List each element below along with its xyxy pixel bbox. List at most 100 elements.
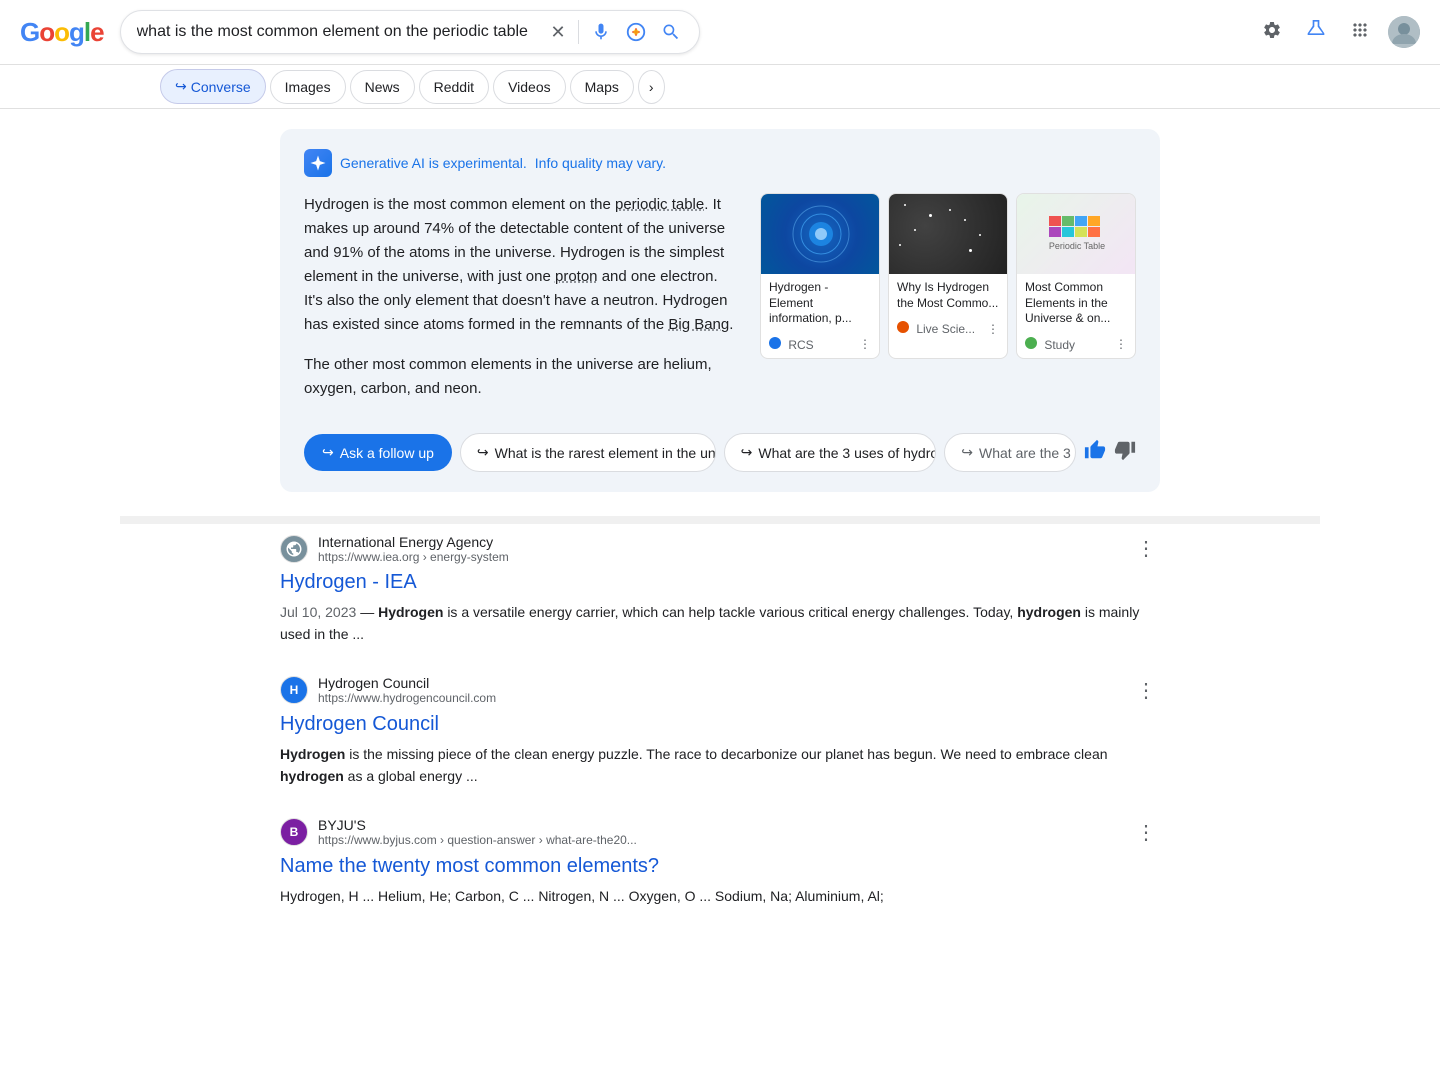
- hydrogen-image-thumb: [761, 194, 880, 274]
- proton-link[interactable]: proton: [555, 268, 598, 285]
- thumbup-button[interactable]: [1084, 439, 1106, 467]
- big-bang-link[interactable]: Big Bang: [668, 316, 729, 333]
- result-snippet-iea: Jul 10, 2023 — Hydrogen is a versatile e…: [280, 601, 1160, 646]
- avatar[interactable]: [1388, 16, 1420, 48]
- logo-letter-g2: g: [69, 17, 84, 47]
- favicon-letter-byjus: B: [290, 825, 299, 839]
- source-url-byjus: https://www.byjus.com › question-answer …: [318, 833, 1122, 847]
- result-source-byjus: B BYJU'S https://www.byjus.com › questio…: [280, 816, 1160, 849]
- tab-videos-label: Videos: [508, 79, 551, 95]
- source-name-hcouncil: Hydrogen Council: [318, 675, 1122, 691]
- suggestion-3more-label: What are the 3 m: [979, 445, 1076, 461]
- image-card-livesci[interactable]: Why Is Hydrogen the Most Commo... Live S…: [888, 193, 1008, 359]
- more-tabs-button[interactable]: ›: [638, 70, 665, 104]
- header-right: [1256, 14, 1420, 51]
- ai-images: Hydrogen - Element information, p... RCS…: [760, 193, 1136, 417]
- tab-images-label: Images: [285, 79, 331, 95]
- logo-letter-o2: o: [54, 17, 69, 47]
- image-card-study[interactable]: Periodic Table Most Common Elements in t…: [1016, 193, 1136, 359]
- labs-button[interactable]: [1300, 14, 1332, 51]
- suggestion-rarest-icon: ↪: [477, 444, 489, 461]
- ai-paragraph-1: Hydrogen is the most common element on t…: [304, 193, 736, 337]
- result-title-iea[interactable]: Hydrogen - IEA: [280, 569, 1160, 595]
- periodic-table-link[interactable]: periodic table: [615, 196, 704, 213]
- source-info-iea: International Energy Agency https://www.…: [318, 534, 1122, 564]
- suggestion-rarest[interactable]: ↪ What is the rarest element in the univ…: [460, 433, 716, 472]
- tab-videos[interactable]: Videos: [493, 70, 566, 104]
- search-bar: ✕: [120, 10, 700, 54]
- converse-icon: ↪: [175, 78, 187, 95]
- result-menu-iea[interactable]: ⋮: [1132, 532, 1160, 565]
- result-snippet-hcouncil: Hydrogen is the missing piece of the cle…: [280, 743, 1160, 788]
- result-title-byjus[interactable]: Name the twenty most common elements?: [280, 853, 1160, 879]
- image-source-rcs: RCS ⋮: [761, 333, 879, 358]
- image-source-livesci: Live Scie... ⋮: [889, 317, 1007, 342]
- result-item-byjus: B BYJU'S https://www.byjus.com › questio…: [280, 816, 1160, 907]
- result-menu-hcouncil[interactable]: ⋮: [1132, 674, 1160, 707]
- result-menu-byjus[interactable]: ⋮: [1132, 816, 1160, 849]
- image-caption-study: Most Common Elements in the Universe & o…: [1017, 274, 1135, 333]
- followup-primary-label: Ask a follow up: [340, 445, 434, 461]
- logo-letter-e: e: [90, 17, 103, 47]
- source-name-rcs: RCS: [788, 338, 813, 352]
- apps-button[interactable]: [1344, 14, 1376, 51]
- image-caption-rcs: Hydrogen - Element information, p...: [761, 274, 879, 333]
- feedback-icons: [1084, 439, 1136, 467]
- voice-search-button[interactable]: [589, 20, 613, 44]
- followup-icon: ↪: [322, 444, 334, 461]
- tab-converse[interactable]: ↪ Converse: [160, 69, 266, 104]
- more-menu-rcs[interactable]: ⋮: [859, 337, 871, 351]
- tab-news-label: News: [365, 79, 400, 95]
- image-cards-row: Hydrogen - Element information, p... RCS…: [760, 193, 1136, 359]
- favicon-iea: [280, 535, 308, 563]
- result-date-iea: Jul 10, 2023: [280, 604, 356, 620]
- suggestion-3uses[interactable]: ↪ What are the 3 uses of hydrogen?: [724, 433, 937, 472]
- result-title-hcouncil[interactable]: Hydrogen Council: [280, 711, 1160, 737]
- ai-header: Generative AI is experimental. Info qual…: [304, 149, 1136, 177]
- source-info-byjus: BYJU'S https://www.byjus.com › question-…: [318, 817, 1122, 847]
- thumbdown-button[interactable]: [1114, 439, 1136, 467]
- clear-button[interactable]: ✕: [549, 20, 568, 45]
- avatar-image: [1388, 16, 1420, 48]
- source-name-byjus: BYJU'S: [318, 817, 1122, 833]
- source-url-hcouncil: https://www.hydrogencouncil.com: [318, 691, 1122, 705]
- main-content: Generative AI is experimental. Info qual…: [120, 109, 1320, 955]
- favicon-hcouncil: H: [280, 676, 308, 704]
- ask-followup-button[interactable]: ↪ Ask a follow up: [304, 434, 452, 471]
- lens-button[interactable]: [623, 19, 649, 45]
- search-input[interactable]: [137, 23, 539, 41]
- tab-maps[interactable]: Maps: [570, 70, 634, 104]
- image-source-study: Study ⋮: [1017, 333, 1135, 358]
- result-snippet-byjus: Hydrogen, H ... Helium, He; Carbon, C ..…: [280, 885, 1160, 907]
- ai-icon: [304, 149, 332, 177]
- suggestion-3more[interactable]: ↪ What are the 3 m: [944, 433, 1076, 472]
- tab-images[interactable]: Images: [270, 70, 346, 104]
- search-results: International Energy Agency https://www.…: [280, 524, 1160, 907]
- logo-letter-o1: o: [39, 17, 54, 47]
- image-card-rcs[interactable]: Hydrogen - Element information, p... RCS…: [760, 193, 880, 359]
- source-name-livesci: Live Scie...: [916, 322, 975, 336]
- result-source-hcouncil: H Hydrogen Council https://www.hydrogenc…: [280, 674, 1160, 707]
- more-menu-livesci[interactable]: ⋮: [987, 322, 999, 336]
- tab-reddit[interactable]: Reddit: [419, 70, 489, 104]
- logo-letter-g: G: [20, 17, 39, 47]
- settings-button[interactable]: [1256, 14, 1288, 51]
- tab-converse-label: Converse: [191, 79, 251, 95]
- suggestion-3uses-label: What are the 3 uses of hydrogen?: [758, 445, 936, 461]
- source-url-iea: https://www.iea.org › energy-system: [318, 550, 1122, 564]
- ai-answer-card: Generative AI is experimental. Info qual…: [280, 129, 1160, 492]
- result-item-iea: International Energy Agency https://www.…: [280, 532, 1160, 646]
- more-menu-study[interactable]: ⋮: [1115, 337, 1127, 351]
- search-bar-wrapper: ✕: [120, 10, 700, 54]
- ai-experimental-label: Generative AI is experimental.: [340, 155, 527, 171]
- tab-maps-label: Maps: [585, 79, 619, 95]
- ai-content: Hydrogen is the most common element on t…: [304, 193, 1136, 417]
- tab-news[interactable]: News: [350, 70, 415, 104]
- suggestion-3more-icon: ↪: [961, 444, 973, 461]
- header: Google ✕: [0, 0, 1440, 65]
- favicon-byjus: B: [280, 818, 308, 846]
- search-button[interactable]: [659, 20, 683, 44]
- tab-reddit-label: Reddit: [434, 79, 474, 95]
- source-name-study: Study: [1044, 338, 1075, 352]
- result-item-hcouncil: H Hydrogen Council https://www.hydrogenc…: [280, 674, 1160, 788]
